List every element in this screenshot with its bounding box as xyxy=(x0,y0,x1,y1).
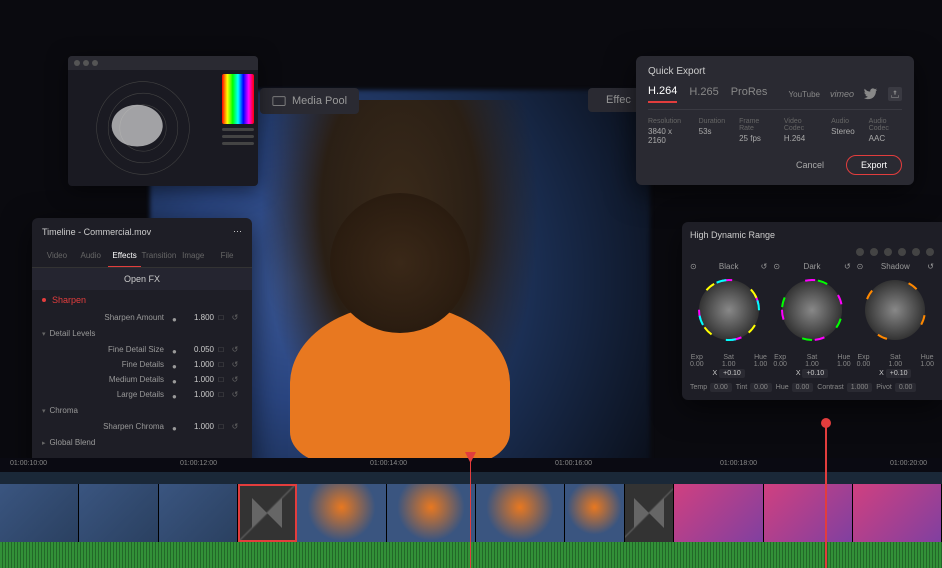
export-tab-prores[interactable]: ProRes xyxy=(731,86,768,102)
panel-menu-icon[interactable]: ⋯ xyxy=(233,226,242,237)
effects-button[interactable]: Effec xyxy=(588,88,643,112)
hdr-wheel-black[interactable]: ⊙Black↺ Exp0.00Sat1.00Hue1.00 X +0.10 xyxy=(690,262,767,377)
timeline-tick: 01:00:14:00 xyxy=(370,460,407,467)
twitter-icon[interactable] xyxy=(864,87,878,101)
fx-tab-audio[interactable]: Audio xyxy=(74,245,108,267)
hdr-pivot[interactable]: Pivot0.00 xyxy=(876,383,916,392)
clip[interactable] xyxy=(159,484,238,542)
timeline[interactable]: 01:00:10:00 01:00:12:00 01:00:14:00 01:0… xyxy=(0,458,942,568)
timeline-tick: 01:00:16:00 xyxy=(555,460,592,467)
timeline-name: Timeline - Commercial.mov xyxy=(42,227,151,237)
fx-tab-video[interactable]: Video xyxy=(40,245,74,267)
quick-export-panel: Quick Export H.264 H.265 ProRes YouTube … xyxy=(636,56,914,185)
timeline-track-marker[interactable] xyxy=(0,472,942,484)
timeline-video-track[interactable] xyxy=(0,484,942,542)
clip[interactable] xyxy=(297,484,386,542)
timeline-tick: 01:00:18:00 xyxy=(720,460,757,467)
export-framerate: Frame Rate25 fps xyxy=(739,118,770,145)
fx-tab-image[interactable]: Image xyxy=(176,245,210,267)
hdr-temp[interactable]: Temp0.00 xyxy=(690,383,732,392)
hdr-contrast[interactable]: Contrast1.000 xyxy=(817,383,872,392)
fx-tab-transition[interactable]: Transition xyxy=(141,245,176,267)
timeline-tick: 01:00:20:00 xyxy=(890,460,927,467)
export-duration: Duration53s xyxy=(699,118,725,145)
param-sharpen-chroma[interactable]: Sharpen Chroma●1.000□↺ xyxy=(32,419,252,434)
param-sharpen-amount[interactable]: Sharpen Amount●1.800□↺ xyxy=(32,310,252,325)
clip[interactable] xyxy=(0,484,79,542)
clip-transition[interactable] xyxy=(238,484,298,542)
transition-icon xyxy=(634,498,664,528)
share-icon[interactable] xyxy=(888,87,902,101)
hdr-wheel-dark[interactable]: ⊙Dark↺ Exp0.00Sat1.00Hue1.00 X +0.10 xyxy=(773,262,850,377)
clip[interactable] xyxy=(476,484,565,542)
media-pool-button[interactable]: Media Pool xyxy=(260,88,359,114)
media-pool-label: Media Pool xyxy=(292,95,347,107)
export-vcodec: Video CodecH.264 xyxy=(784,118,817,145)
group-chroma[interactable]: ▾Chroma xyxy=(32,402,252,419)
export-tab-h264[interactable]: H.264 xyxy=(648,85,677,103)
group-detail-levels[interactable]: ▾Detail Levels xyxy=(32,325,252,342)
hdr-title: High Dynamic Range xyxy=(690,230,934,240)
fx-sharpen[interactable]: Sharpen xyxy=(32,290,252,310)
cancel-button[interactable]: Cancel xyxy=(782,155,838,175)
fx-tab-effects[interactable]: Effects xyxy=(108,245,142,267)
vectorscope-panel xyxy=(68,56,258,186)
param-large-details[interactable]: Large Details●1.000□↺ xyxy=(32,387,252,402)
effects-panel: Timeline - Commercial.mov ⋯ Video Audio E… xyxy=(32,218,252,476)
hdr-zone-dots[interactable] xyxy=(690,248,934,256)
export-vimeo[interactable]: vimeo xyxy=(830,89,854,99)
param-medium-details[interactable]: Medium Details●1.000□↺ xyxy=(32,372,252,387)
color-picker[interactable] xyxy=(218,70,258,186)
viewer-portrait xyxy=(260,100,540,470)
export-youtube[interactable]: YouTube xyxy=(789,90,820,99)
clip[interactable] xyxy=(853,484,942,542)
clip-transition[interactable] xyxy=(625,484,675,542)
effects-label: Effec xyxy=(606,94,631,106)
export-resolution: Resolution3840 x 2160 xyxy=(648,118,685,145)
hdr-hue[interactable]: Hue0.00 xyxy=(776,383,813,392)
export-tab-h265[interactable]: H.265 xyxy=(689,86,718,102)
vectorscope-wheel[interactable] xyxy=(68,70,218,186)
clip[interactable] xyxy=(565,484,625,542)
hdr-panel: High Dynamic Range ⊙Black↺ Exp0.00Sat1.0… xyxy=(682,222,942,400)
playhead[interactable] xyxy=(470,458,471,568)
timeline-tick: 01:00:12:00 xyxy=(180,460,217,467)
media-pool-icon xyxy=(272,94,286,108)
hdr-wheel-shadow[interactable]: ⊙Shadow↺ Exp0.00Sat1.00Hue1.00 X +0.10 xyxy=(857,262,934,377)
timeline-audio-track[interactable] xyxy=(0,542,942,568)
hdr-tint[interactable]: Tint0.00 xyxy=(736,383,772,392)
quick-export-title: Quick Export xyxy=(648,66,902,77)
export-acodec: Audio CodecAAC xyxy=(869,118,902,145)
group-global-blend[interactable]: ▸Global Blend xyxy=(32,434,252,451)
clip[interactable] xyxy=(79,484,158,542)
export-button[interactable]: Export xyxy=(846,155,902,175)
timeline-tick: 01:00:10:00 xyxy=(10,460,47,467)
fx-tab-file[interactable]: File xyxy=(210,245,244,267)
vectorscope-header[interactable] xyxy=(68,56,258,70)
export-audio: AudioStereo xyxy=(831,118,855,145)
clip[interactable] xyxy=(674,484,763,542)
openfx-header: Open FX xyxy=(32,268,252,290)
marker[interactable] xyxy=(825,426,827,568)
clip[interactable] xyxy=(387,484,476,542)
clip[interactable] xyxy=(764,484,853,542)
param-fine-details[interactable]: Fine Details●1.000□↺ xyxy=(32,357,252,372)
param-fine-detail-size[interactable]: Fine Detail Size●0.050□↺ xyxy=(32,342,252,357)
transition-icon xyxy=(252,498,282,528)
